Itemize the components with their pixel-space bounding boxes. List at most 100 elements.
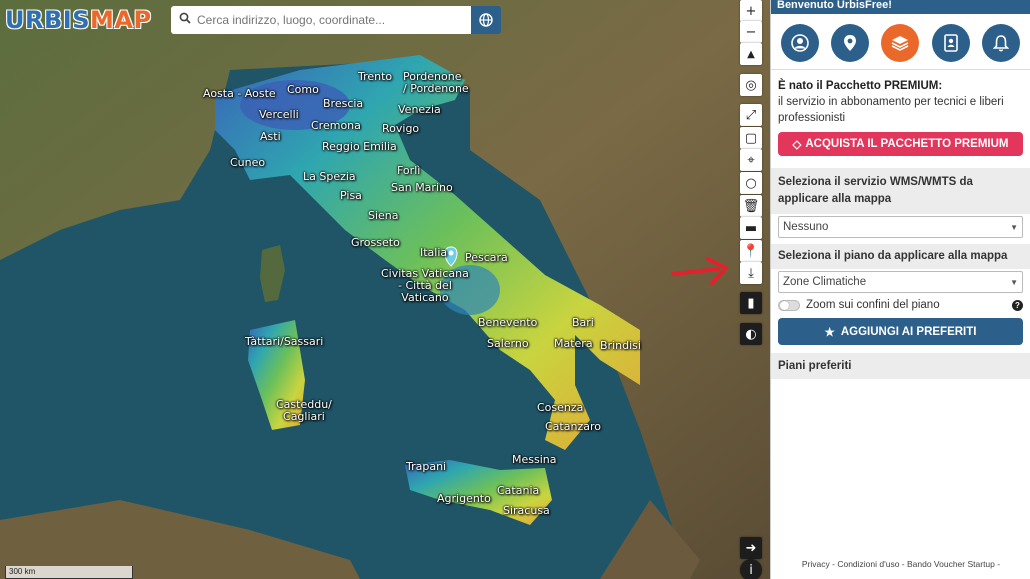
city-label: Siracusa: [503, 504, 550, 517]
plan-select[interactable]: Zone Climatiche ▼: [778, 271, 1023, 293]
globe-button[interactable]: [471, 6, 501, 34]
zoom-out-button[interactable]: −: [740, 21, 762, 43]
city-label: Asti: [260, 130, 281, 143]
plan-section-label: Seleziona il piano da applicare alla map…: [771, 244, 1030, 269]
panel-header: Benvenuto UrbisFree!: [771, 0, 1030, 14]
info-icon: i: [749, 562, 753, 578]
city-label: Benevento: [478, 316, 538, 329]
draw-marker-button[interactable]: ⌖: [740, 149, 762, 171]
city-label: Rovigo: [382, 122, 420, 135]
add-favorites-button[interactable]: ★ AGGIUNGI AI PREFERITI: [778, 318, 1023, 345]
bookmark-icon: ▮: [747, 295, 755, 311]
favorites-header: Piani preferiti: [771, 353, 1030, 379]
zoom-in-button[interactable]: +: [740, 0, 762, 22]
contacts-button[interactable]: [931, 24, 970, 62]
zoom-boundaries-row: Zoom sui confini del piano ?: [778, 299, 1023, 311]
city-label: Casteddu/ Cagliari: [276, 398, 332, 423]
city-label: Forlì: [397, 164, 421, 177]
promo-title: È nato il Pacchetto PREMIUM:: [778, 80, 943, 92]
layers-icon: [892, 36, 909, 51]
city-label: Cosenza: [537, 401, 584, 414]
ruler-icon: ⤢: [745, 107, 757, 123]
chevron-down-icon: ▼: [1010, 222, 1018, 232]
city-label: Messina: [512, 453, 557, 466]
city-label: Tàttari/Sassari: [245, 335, 324, 348]
panel-toggle-button[interactable]: ➜: [740, 537, 762, 559]
wms-select-value: Nessuno: [783, 221, 829, 233]
city-label: La Spezia: [303, 170, 356, 183]
promo-text: il servizio in abbonamento per tecnici e…: [778, 96, 1004, 124]
buy-premium-button[interactable]: ◇ ACQUISTA IL PACCHETTO PREMIUM: [778, 132, 1023, 156]
arrow-right-icon: ➜: [745, 540, 757, 556]
theme-button[interactable]: ◐: [740, 323, 762, 345]
logo-part: MAP: [89, 6, 152, 34]
plan-select-value: Zone Climatiche: [783, 276, 867, 288]
crosshair-icon: ◎: [745, 77, 757, 93]
wms-select[interactable]: Nessuno ▼: [778, 216, 1023, 238]
layers-tool-button[interactable]: ▬: [740, 217, 762, 239]
logo-part: URBIS: [5, 6, 90, 34]
diamond-icon: ◇: [792, 139, 802, 151]
pin-icon: [844, 35, 857, 51]
marker-outline-icon: ⌖: [747, 152, 755, 168]
city-label: Bari: [572, 316, 594, 329]
city-label: Reggio Emilia: [322, 140, 397, 153]
app-logo[interactable]: URBISMAP: [5, 6, 152, 34]
draw-polygon-button[interactable]: ▢: [740, 127, 762, 149]
city-label: Trento: [358, 70, 393, 83]
search-input[interactable]: [197, 13, 467, 27]
polygon-icon: ▢: [744, 130, 758, 146]
search-bar[interactable]: [171, 6, 471, 34]
city-label: Cuneo: [230, 156, 266, 169]
notifications-button[interactable]: [981, 24, 1020, 62]
profile-button[interactable]: [781, 24, 820, 62]
chevron-down-icon: ▼: [1010, 277, 1018, 287]
bookmark-button[interactable]: ▮: [740, 292, 762, 314]
info-button[interactable]: i: [740, 559, 762, 579]
draw-circle-button[interactable]: ○: [740, 172, 762, 194]
user-icon: [791, 34, 809, 52]
city-label: Venezia: [398, 103, 441, 116]
city-label: Catania: [497, 484, 540, 497]
layers-button[interactable]: [881, 24, 920, 62]
contrast-icon: ◐: [745, 326, 757, 342]
annotation-arrow-icon: [671, 257, 728, 285]
premium-promo: È nato il Pacchetto PREMIUM: il servizio…: [771, 70, 1030, 126]
trash-icon: 🗑: [742, 198, 760, 214]
pin-button[interactable]: 📍: [740, 240, 762, 262]
delete-button[interactable]: 🗑: [740, 195, 762, 217]
globe-icon: [479, 13, 493, 27]
star-icon: ★: [824, 326, 835, 339]
city-label: Cremona: [311, 119, 361, 132]
city-label: Vercelli: [259, 108, 299, 121]
city-label: Matera: [554, 337, 593, 350]
city-label: Pescara: [465, 251, 508, 264]
zoom-boundaries-toggle[interactable]: [778, 299, 800, 311]
city-label: Aosta - Aoste: [203, 87, 276, 100]
zoom-boundaries-label: Zoom sui confini del piano: [806, 299, 940, 311]
locate-button[interactable]: ◎: [740, 74, 762, 96]
pin-icon: 📍: [742, 243, 760, 259]
download-button[interactable]: ⤓: [740, 262, 762, 284]
wms-section-label: Seleziona il servizio WMS/WMTS da applic…: [771, 168, 1030, 214]
circle-icon: ○: [745, 175, 757, 191]
location-button[interactable]: [831, 24, 870, 62]
bell-icon: [992, 35, 1009, 52]
city-label: Catanzaro: [545, 420, 601, 433]
compass-button[interactable]: ▲: [740, 43, 762, 65]
compass-icon: ▲: [747, 48, 755, 60]
help-icon[interactable]: ?: [1012, 299, 1023, 311]
city-label: Salerno: [487, 337, 529, 350]
city-label: Trapani: [406, 460, 447, 473]
buy-premium-label: ACQUISTA IL PACCHETTO PREMIUM: [805, 138, 1009, 150]
measure-line-button[interactable]: ⤢: [740, 104, 762, 126]
stack-icon: ▬: [744, 220, 758, 236]
city-label: Brescia: [323, 97, 364, 110]
scale-bar: 300 km: [5, 566, 133, 579]
city-label: Brindisi: [600, 339, 641, 352]
map-view[interactable]: Trento Pordenone / Pordenone Aosta - Aos…: [0, 0, 770, 579]
city-label: Grosseto: [351, 236, 400, 249]
city-label: Pordenone / Pordenone: [403, 70, 469, 95]
footer-links[interactable]: Privacy - Condizioni d'uso - Bando Vouch…: [771, 559, 1030, 569]
contacts-icon: [943, 34, 958, 52]
